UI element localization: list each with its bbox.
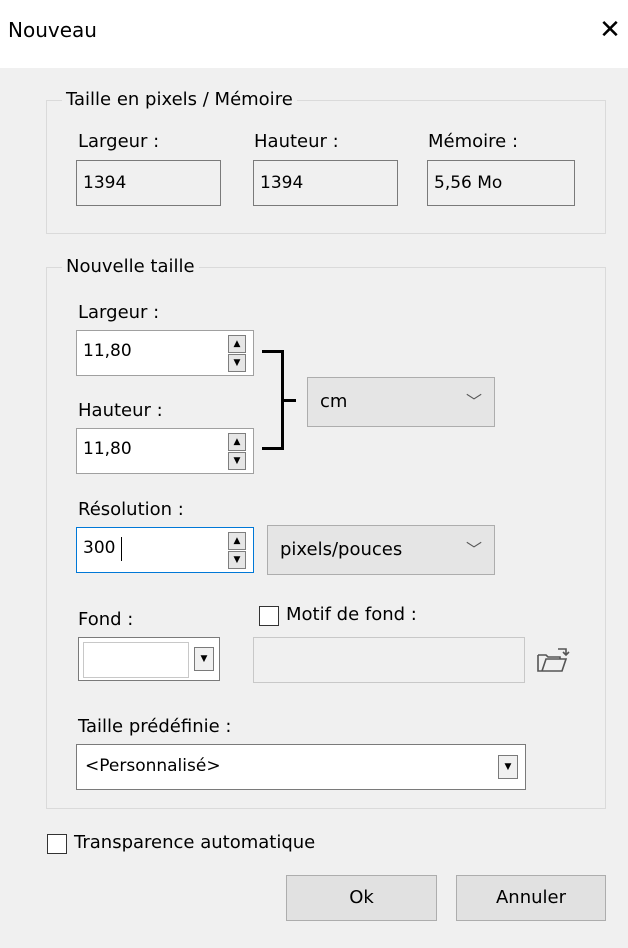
pattern-path-field — [253, 637, 525, 683]
memory-group-legend: Taille en pixels / Mémoire — [62, 89, 297, 110]
height-value: 11,80 — [83, 439, 132, 459]
preset-label: Taille prédéfinie : — [78, 716, 232, 737]
aspect-link-stem — [284, 399, 296, 402]
unit-select[interactable]: cm ﹀ — [307, 377, 495, 427]
spin-down-icon[interactable]: ▼ — [228, 551, 246, 569]
height-stepper[interactable]: 11,80 ▲ ▼ — [76, 428, 254, 474]
close-icon[interactable]: ✕ — [596, 14, 624, 46]
pixel-width-field: 1394 — [76, 160, 221, 206]
text-cursor — [121, 537, 122, 561]
dropdown-arrow-icon[interactable]: ▼ — [498, 755, 518, 779]
preset-selected: <Personnalisé> — [85, 756, 221, 776]
background-label: Fond : — [78, 609, 134, 630]
background-color-picker[interactable]: ▼ — [78, 637, 220, 681]
spin-up-icon[interactable]: ▲ — [228, 433, 246, 451]
spin-down-icon[interactable]: ▼ — [228, 452, 246, 470]
cancel-button[interactable]: Annuler — [456, 875, 606, 921]
pattern-checkbox-label[interactable]: Motif de fond : — [286, 604, 417, 625]
window-title: Nouveau — [8, 18, 97, 42]
pixel-height-label: Hauteur : — [254, 131, 339, 152]
pattern-checkbox[interactable] — [259, 606, 279, 626]
width-value: 11,80 — [83, 341, 132, 361]
unit-selected: cm — [320, 391, 348, 412]
memory-label: Mémoire : — [428, 131, 519, 152]
spin-up-icon[interactable]: ▲ — [228, 532, 246, 550]
resolution-unit-select[interactable]: pixels/pouces ﹀ — [267, 525, 495, 575]
memory-field: 5,56 Mo — [427, 160, 575, 206]
spin-down-icon[interactable]: ▼ — [228, 354, 246, 372]
aspect-link-bracket — [262, 350, 284, 450]
chevron-down-icon: ﹀ — [465, 540, 482, 559]
folder-open-icon[interactable] — [536, 647, 570, 675]
resolution-label: Résolution : — [78, 499, 184, 520]
auto-transparency-label[interactable]: Transparence automatique — [74, 832, 315, 853]
ok-button[interactable]: Ok — [286, 875, 437, 921]
resolution-unit-selected: pixels/pouces — [280, 539, 403, 560]
spin-up-icon[interactable]: ▲ — [228, 335, 246, 353]
auto-transparency-checkbox[interactable] — [47, 834, 67, 854]
background-color-swatch — [83, 642, 189, 678]
pixel-height-field: 1394 — [253, 160, 398, 206]
preset-select[interactable]: <Personnalisé> ▼ — [76, 744, 526, 790]
pixel-width-label: Largeur : — [78, 131, 160, 152]
chevron-down-icon: ﹀ — [465, 392, 482, 411]
resolution-stepper[interactable]: 300 ▲ ▼ — [76, 527, 254, 573]
resolution-value[interactable]: 300 — [83, 538, 115, 558]
width-label: Largeur : — [78, 302, 160, 323]
height-label: Hauteur : — [78, 400, 163, 421]
dropdown-arrow-icon[interactable]: ▼ — [194, 647, 214, 671]
width-stepper[interactable]: 11,80 ▲ ▼ — [76, 330, 254, 376]
new-size-group-legend: Nouvelle taille — [62, 256, 199, 277]
